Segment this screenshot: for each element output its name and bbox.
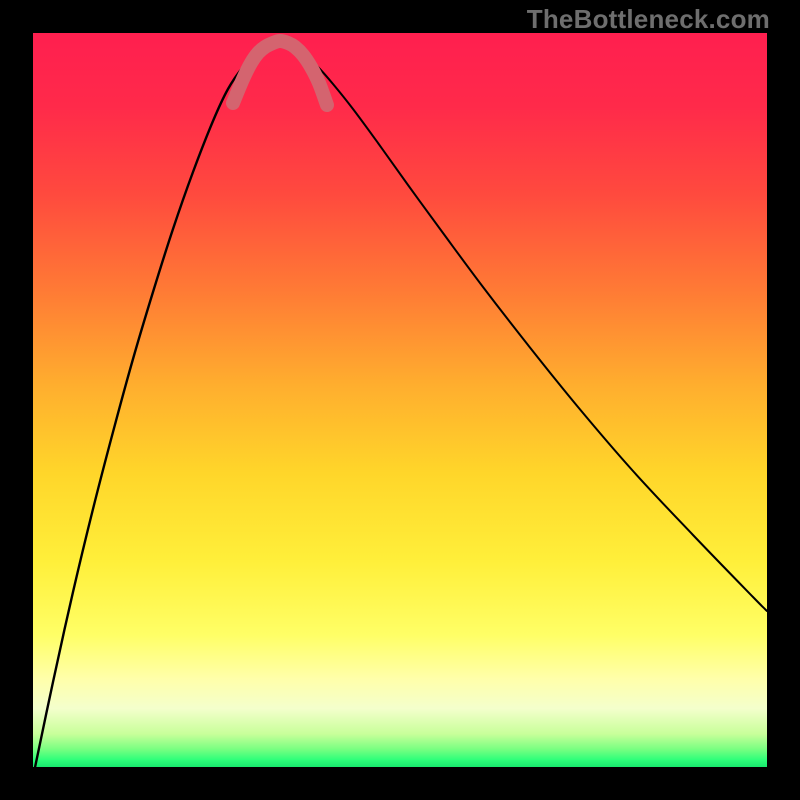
watermark-text: TheBottleneck.com (527, 4, 770, 35)
curve-layer (33, 33, 767, 767)
valley-highlight (233, 41, 327, 105)
curve-right-arm (295, 49, 767, 611)
chart-area (33, 33, 767, 767)
curve-left-arm (33, 49, 265, 767)
